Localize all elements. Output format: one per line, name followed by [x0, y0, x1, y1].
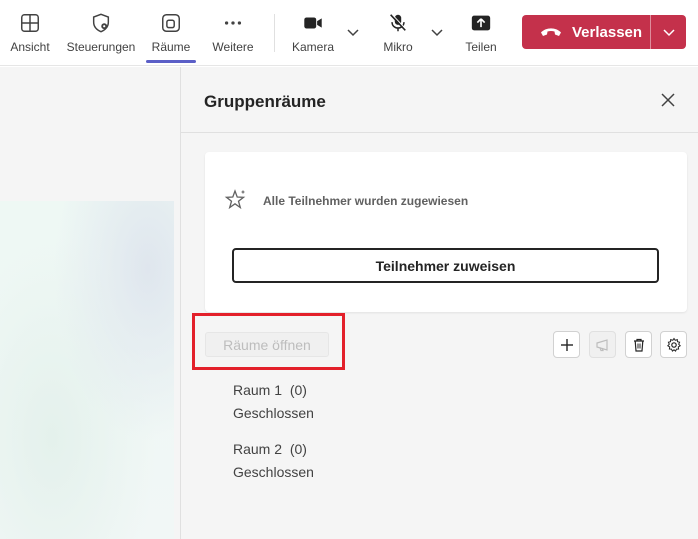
mic-options-chevron-icon[interactable]: [429, 24, 445, 40]
leave-button-group: Verlassen: [522, 15, 686, 49]
share-button[interactable]: Teilen: [458, 0, 504, 64]
room-list-item[interactable]: Raum 1 (0) Geschlossen: [233, 379, 314, 425]
camera-icon: [304, 17, 322, 29]
video-tile: [0, 201, 174, 539]
more-dots-icon: [224, 21, 242, 25]
view-button[interactable]: Ansicht: [8, 0, 52, 64]
panel-header: Gruppenräume: [181, 67, 698, 133]
leave-options-button[interactable]: [651, 15, 686, 49]
room-name: Raum 1: [233, 382, 283, 398]
room-count: (0): [289, 441, 307, 457]
assignment-status-text: Alle Teilnehmer wurden zugewiesen: [263, 194, 469, 208]
breakout-rooms-icon: [162, 14, 180, 32]
view-label: Ansicht: [10, 40, 50, 54]
room-count: (0): [289, 382, 307, 398]
controls-label: Steuerungen: [66, 40, 136, 54]
panel-title: Gruppenräume: [204, 92, 326, 111]
room-title: Raum 1 (0): [233, 379, 314, 402]
room-status: Geschlossen: [233, 405, 314, 421]
breakout-rooms-panel: Gruppenräume Alle Teilnehmer wurden zuge…: [180, 67, 698, 539]
room-name: Raum 2: [233, 441, 283, 457]
room-list-item[interactable]: Raum 2 (0) Geschlossen: [233, 438, 314, 484]
controls-button[interactable]: Steuerungen: [64, 0, 138, 64]
shield-gear-icon: [92, 13, 110, 33]
delete-rooms-button[interactable]: [625, 331, 652, 358]
close-icon[interactable]: [659, 91, 677, 109]
camera-label: Kamera: [291, 40, 335, 54]
more-button[interactable]: Weitere: [210, 0, 256, 64]
camera-button[interactable]: Kamera: [290, 0, 336, 64]
rooms-label: Räume: [151, 40, 191, 54]
rooms-settings-button[interactable]: [660, 331, 687, 358]
toolbar-divider: [274, 14, 275, 52]
mic-muted-icon: [390, 13, 407, 32]
delete-icon: [633, 338, 644, 352]
announcement-button[interactable]: [589, 331, 616, 358]
room-title: Raum 2 (0): [233, 438, 314, 461]
share-label: Teilen: [465, 40, 497, 54]
camera-options-chevron-icon[interactable]: [345, 24, 361, 40]
more-label: Weitere: [212, 40, 254, 54]
share-screen-icon: [471, 15, 491, 31]
mic-label: Mikro: [383, 40, 413, 54]
leave-label: Verlassen: [572, 23, 643, 41]
room-status: Geschlossen: [233, 464, 314, 480]
meeting-toolbar: Ansicht Steuerungen Räume Weitere Kamera…: [0, 0, 698, 66]
assignment-card: Alle Teilnehmer wurden zugewiesen Teilne…: [205, 152, 687, 312]
assign-participants-button[interactable]: Teilnehmer zuweisen: [232, 248, 659, 283]
rooms-button[interactable]: Räume: [148, 0, 194, 64]
leave-button[interactable]: Verlassen: [522, 15, 650, 49]
settings-icon: [666, 337, 681, 352]
sparkle-star-icon: [224, 189, 246, 210]
add-icon: [560, 338, 573, 351]
active-tab-indicator: [146, 60, 196, 63]
highlight-box: [192, 313, 345, 370]
meeting-stage: [0, 67, 180, 539]
grid-icon: [21, 14, 39, 32]
add-room-button[interactable]: [553, 331, 580, 358]
mic-button[interactable]: Mikro: [375, 0, 421, 64]
announcement-icon: [595, 338, 608, 351]
chevron-down-icon: [662, 29, 675, 37]
hang-up-icon: [541, 28, 561, 36]
